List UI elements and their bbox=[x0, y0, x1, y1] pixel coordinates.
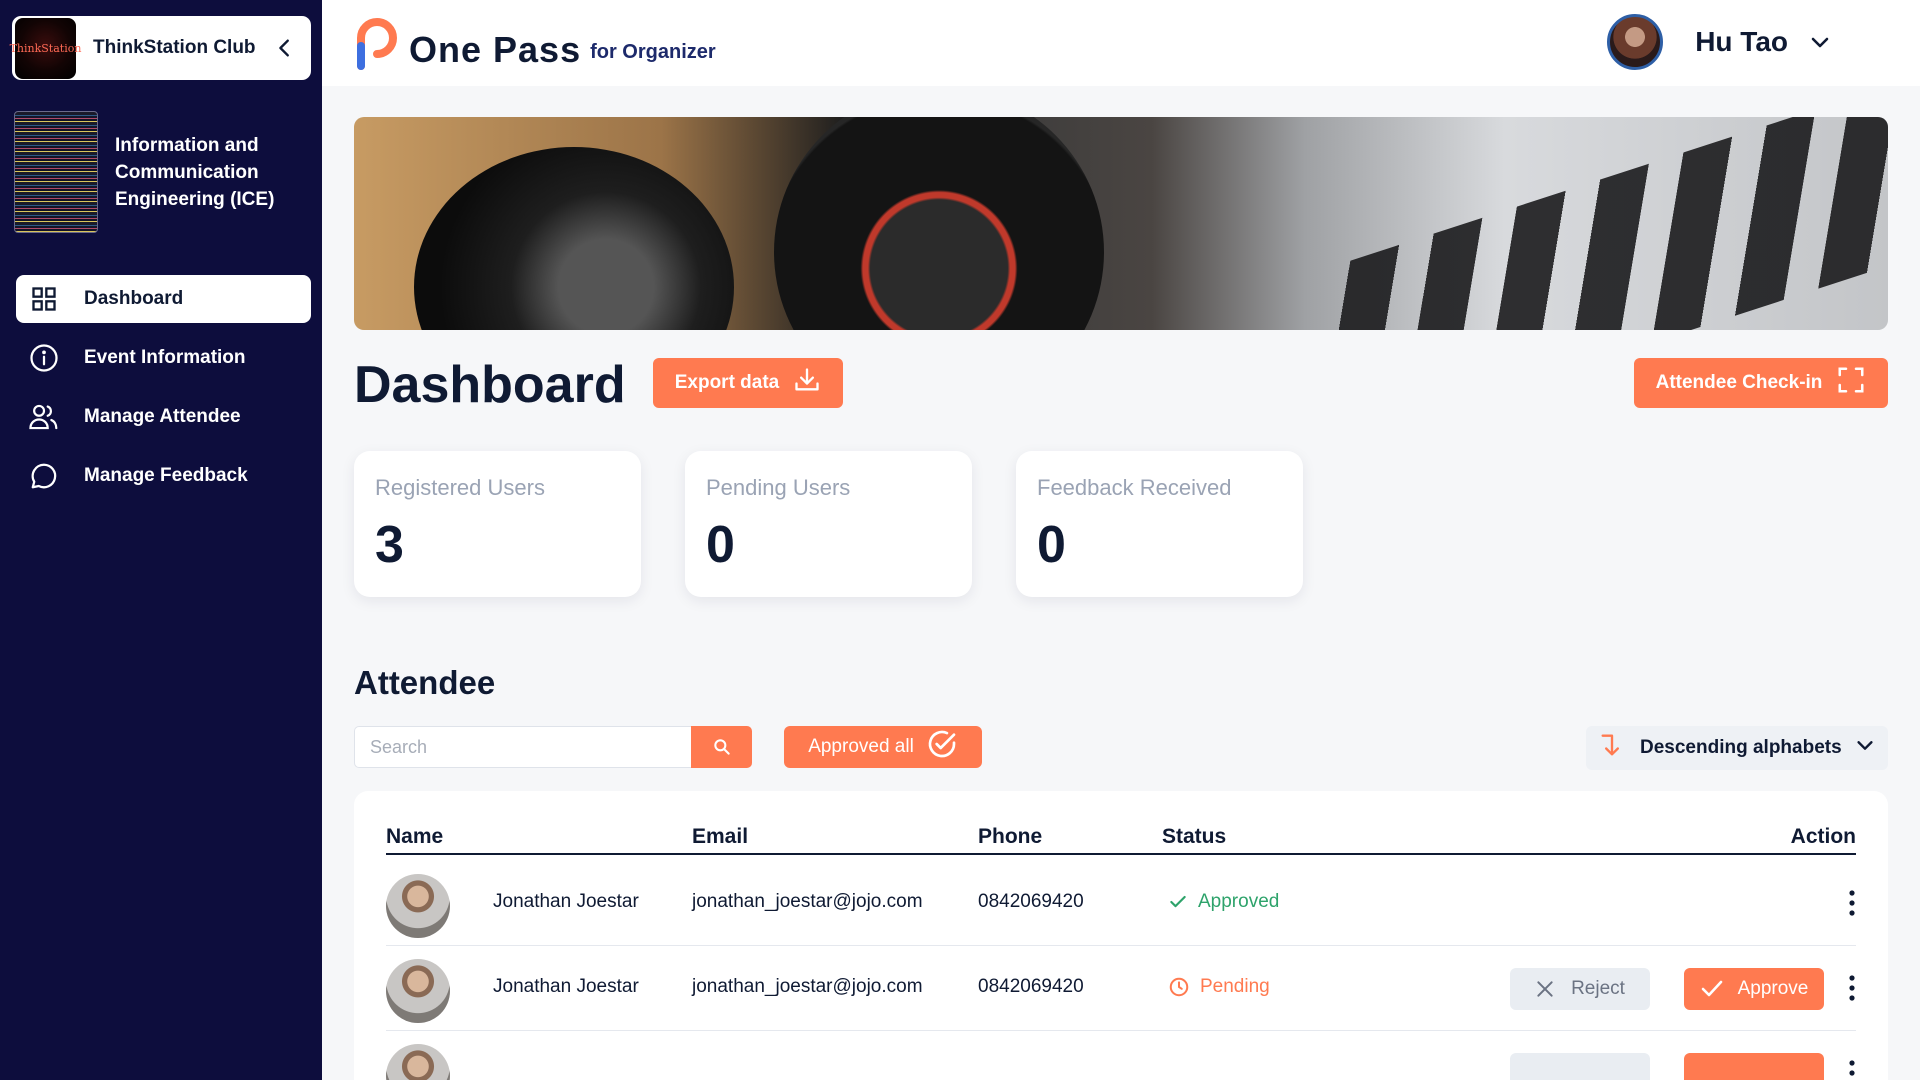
avatar bbox=[1607, 14, 1664, 70]
attendee-phone: 0842069420 bbox=[978, 891, 1084, 912]
sidebar-item-label: Event Information bbox=[84, 347, 246, 368]
scan-icon bbox=[1836, 365, 1866, 401]
export-data-label: Export data bbox=[674, 372, 780, 393]
export-data-button[interactable]: Export data bbox=[653, 358, 843, 408]
status-badge: Pending bbox=[1168, 976, 1270, 998]
more-options-icon[interactable] bbox=[1842, 885, 1862, 921]
reject-label: Reject bbox=[1571, 978, 1625, 999]
attendee-search bbox=[354, 726, 752, 768]
chat-bubble-icon bbox=[28, 460, 60, 492]
brand-name: One Pass bbox=[409, 29, 582, 70]
club-logo-text: ThinkStation bbox=[9, 41, 82, 55]
stat-card-feedback-received: Feedback Received 0 bbox=[1016, 451, 1303, 597]
attendee-name: Jonathan Joestar bbox=[493, 976, 639, 997]
event-banner-image bbox=[354, 117, 1888, 330]
sidebar-item-manage-feedback[interactable]: Manage Feedback bbox=[16, 452, 311, 500]
department-info: Information and Communication Engineerin… bbox=[14, 111, 315, 233]
users-icon bbox=[28, 401, 60, 433]
attendee-email: jonathan_joestar@jojo.com bbox=[692, 976, 923, 997]
more-options-icon[interactable] bbox=[1842, 1055, 1862, 1080]
approve-button[interactable] bbox=[1684, 1053, 1824, 1080]
attendee-section-title: Attendee bbox=[354, 664, 496, 701]
sidebar: ThinkStation ThinkStation Club Informati… bbox=[0, 0, 322, 1080]
approve-button[interactable]: Approve bbox=[1684, 968, 1824, 1010]
attendee-email: jonathan_joestar@jojo.com bbox=[692, 891, 923, 912]
status-text: Approved bbox=[1198, 891, 1280, 912]
sidebar-item-event-information[interactable]: Event Information bbox=[16, 334, 311, 382]
attendee-phone: 0842069420 bbox=[978, 976, 1084, 997]
stat-card-registered-users: Registered Users 3 bbox=[354, 451, 641, 597]
search-input[interactable] bbox=[354, 726, 691, 768]
search-icon bbox=[713, 739, 730, 755]
reject-button[interactable]: Reject bbox=[1510, 968, 1650, 1010]
download-icon bbox=[793, 366, 821, 400]
department-thumbnail bbox=[14, 111, 98, 233]
brand-subtitle: for Organizer bbox=[590, 41, 716, 63]
sidebar-item-label: Dashboard bbox=[84, 288, 184, 309]
department-name: Information and Communication Engineerin… bbox=[115, 134, 275, 210]
check-icon bbox=[1700, 977, 1724, 1001]
stat-label: Registered Users bbox=[375, 475, 545, 500]
user-name: Hu Tao bbox=[1695, 26, 1788, 57]
stat-card-pending-users: Pending Users 0 bbox=[685, 451, 972, 597]
approve-label: Approve bbox=[1737, 978, 1809, 999]
more-options-icon[interactable] bbox=[1842, 970, 1862, 1006]
column-header-name[interactable]: Name bbox=[386, 825, 443, 849]
grid-icon bbox=[28, 283, 60, 315]
table-header: Name Email Phone Status Action bbox=[386, 825, 1856, 855]
table-row bbox=[386, 1031, 1856, 1080]
brand-logo-icon bbox=[357, 18, 397, 70]
reject-button[interactable] bbox=[1510, 1053, 1650, 1080]
column-header-email[interactable]: Email bbox=[692, 825, 748, 849]
column-header-status[interactable]: Status bbox=[1162, 825, 1226, 849]
attendee-table: Name Email Phone Status Action Jonathan … bbox=[354, 791, 1888, 1080]
brand[interactable]: One Pass for Organizer bbox=[353, 16, 716, 70]
user-menu[interactable]: Hu Tao bbox=[1607, 14, 1834, 70]
stat-label: Pending Users bbox=[706, 475, 851, 500]
sidebar-item-label: Manage Feedback bbox=[84, 465, 248, 486]
stat-value: 3 bbox=[375, 516, 404, 574]
stat-label: Feedback Received bbox=[1037, 475, 1232, 500]
approve-all-button[interactable]: Approved all bbox=[784, 726, 982, 768]
club-switcher[interactable]: ThinkStation ThinkStation Club bbox=[10, 16, 311, 80]
info-icon bbox=[28, 342, 60, 374]
avatar bbox=[386, 959, 450, 1023]
approve-all-label: Approved all bbox=[808, 736, 914, 757]
club-logo: ThinkStation bbox=[10, 17, 81, 79]
status-badge: Approved bbox=[1168, 891, 1279, 913]
page-title: Dashboard bbox=[354, 356, 626, 414]
stat-value: 0 bbox=[1037, 516, 1066, 574]
club-name: ThinkStation Club bbox=[93, 37, 256, 58]
sort-dropdown[interactable]: Descending alphabets bbox=[1586, 726, 1888, 770]
sidebar-item-dashboard[interactable]: Dashboard bbox=[16, 275, 311, 323]
check-circle-icon bbox=[926, 728, 958, 766]
check-icon bbox=[1168, 892, 1188, 912]
close-icon bbox=[1535, 979, 1555, 999]
search-button[interactable] bbox=[691, 726, 752, 768]
chevron-down-icon bbox=[1854, 734, 1876, 762]
table-row: Jonathan Joestar jonathan_joestar@jojo.c… bbox=[386, 861, 1856, 946]
attendee-name: Jonathan Joestar bbox=[493, 891, 639, 912]
stat-value: 0 bbox=[706, 516, 735, 574]
table-row: Jonathan Joestar jonathan_joestar@jojo.c… bbox=[386, 946, 1856, 1031]
sidebar-nav: Dashboard Event Information Manage Atten… bbox=[16, 275, 311, 511]
sidebar-item-label: Manage Attendee bbox=[84, 406, 241, 427]
check-in-label: Attendee Check-in bbox=[1655, 372, 1823, 393]
column-header-phone[interactable]: Phone bbox=[978, 825, 1042, 849]
sort-arrow-icon bbox=[1598, 731, 1626, 765]
clock-icon bbox=[1168, 976, 1190, 998]
chevron-down-icon bbox=[1806, 28, 1834, 56]
avatar bbox=[386, 1044, 450, 1080]
chevron-left-icon[interactable] bbox=[265, 28, 305, 68]
status-text: Pending bbox=[1200, 976, 1270, 997]
top-bar: One Pass for Organizer Hu Tao bbox=[322, 0, 1920, 86]
column-header-action: Action bbox=[1790, 825, 1856, 848]
avatar bbox=[386, 874, 450, 938]
sort-label: Descending alphabets bbox=[1640, 737, 1842, 758]
sidebar-item-manage-attendee[interactable]: Manage Attendee bbox=[16, 393, 311, 441]
attendee-check-in-button[interactable]: Attendee Check-in bbox=[1634, 358, 1888, 408]
